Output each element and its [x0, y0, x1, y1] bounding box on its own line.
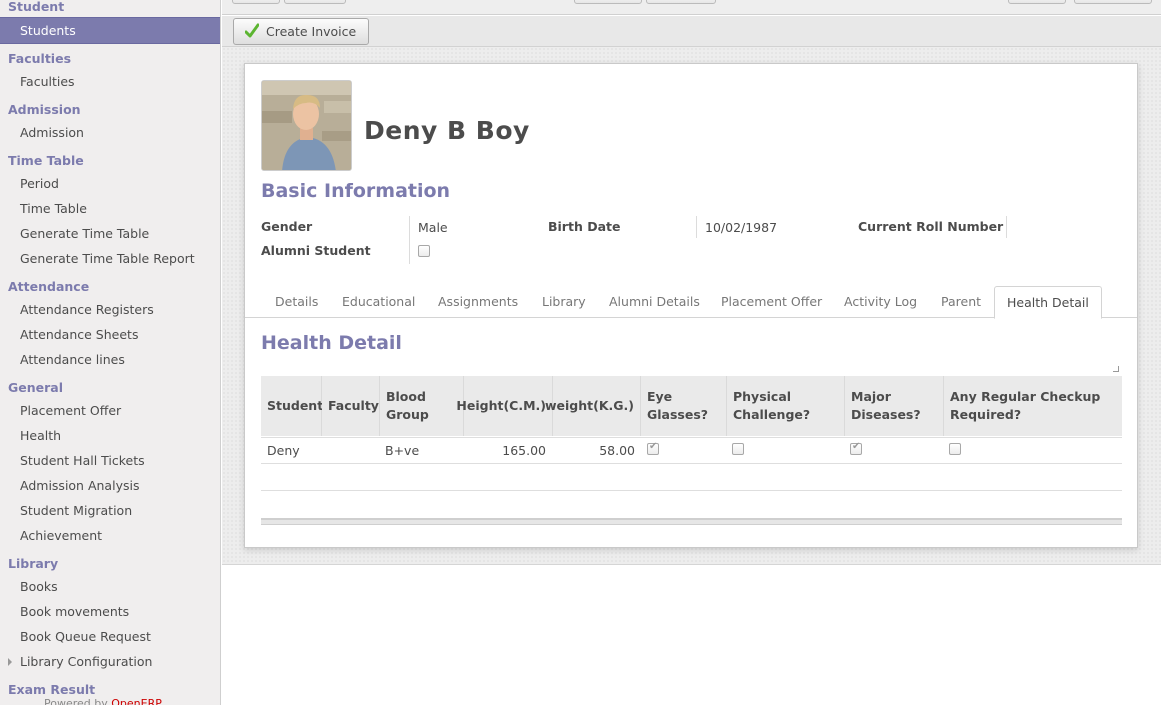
- section-faculties: Faculties: [8, 51, 72, 66]
- form-sheet: Deny B Boy Basic Information Gender Male…: [244, 63, 1138, 548]
- gender-field[interactable]: Male: [418, 220, 448, 235]
- tab-details[interactable]: Details: [275, 286, 318, 318]
- health-detail-heading: Health Detail: [261, 332, 402, 354]
- section-student: Student: [8, 0, 65, 14]
- section-attendance: Attendance: [8, 279, 90, 294]
- column-header-major-diseases[interactable]: Major Diseases?: [845, 376, 944, 436]
- tab-alumni-details[interactable]: Alumni Details: [609, 286, 700, 318]
- tab-health-detail[interactable]: Health Detail: [994, 286, 1102, 319]
- sidebar-item-period[interactable]: Period: [0, 171, 220, 196]
- birth-date-field[interactable]: 10/02/1987: [705, 220, 777, 235]
- regular-checkup-checkbox[interactable]: [949, 443, 961, 455]
- sidebar-item-generate-time-table[interactable]: Generate Time Table: [0, 221, 220, 246]
- sidebar: Student Students Faculties Faculties Adm…: [0, 0, 221, 705]
- form-toolbar: Create Invoice: [222, 16, 1161, 47]
- top-button[interactable]: [284, 0, 346, 4]
- student-photo[interactable]: [261, 80, 352, 171]
- main-area: Create Invoice Deny B Boy Basic Informat: [222, 0, 1161, 705]
- resize-handle-icon[interactable]: [1113, 366, 1119, 372]
- tab-parent[interactable]: Parent: [941, 286, 981, 318]
- column-header-student[interactable]: Student: [261, 376, 323, 436]
- table-row[interactable]: Deny B+ve 165.00 58.00: [261, 437, 1122, 464]
- tab-educational[interactable]: Educational: [342, 286, 415, 318]
- alumni-student-label: Alumni Student: [261, 243, 371, 258]
- field-divider: [696, 216, 697, 238]
- column-header-regular-checkup[interactable]: Any Regular Checkup Required?: [944, 376, 1122, 436]
- top-button[interactable]: [646, 0, 716, 4]
- sidebar-item-attendance-registers[interactable]: Attendance Registers: [0, 297, 220, 322]
- sidebar-item-generate-time-table-report[interactable]: Generate Time Table Report: [0, 246, 220, 271]
- physical-challenge-checkbox[interactable]: [732, 443, 744, 455]
- sidebar-item-attendance-lines[interactable]: Attendance lines: [0, 347, 220, 372]
- sidebar-item-time-table[interactable]: Time Table: [0, 196, 220, 221]
- tab-library[interactable]: Library: [542, 286, 586, 318]
- powered-by-brand[interactable]: OpenERP: [111, 697, 162, 705]
- section-general: General: [8, 380, 63, 395]
- powered-by: Powered by OpenERP: [44, 697, 162, 705]
- sidebar-item-book-movements[interactable]: Book movements: [0, 599, 220, 624]
- sidebar-item-student-hall-tickets[interactable]: Student Hall Tickets: [0, 448, 220, 473]
- field-divider: [409, 216, 410, 264]
- sidebar-item-admission-analysis[interactable]: Admission Analysis: [0, 473, 220, 498]
- sidebar-item-faculties[interactable]: Faculties: [0, 69, 220, 94]
- basic-information-heading: Basic Information: [261, 180, 451, 202]
- top-button[interactable]: [232, 0, 280, 4]
- create-invoice-label: Create Invoice: [266, 24, 357, 39]
- sidebar-item-health[interactable]: Health: [0, 423, 220, 448]
- tab-placement-offer[interactable]: Placement Offer: [721, 286, 822, 318]
- column-header-eye-glasses[interactable]: Eye Glasses?: [641, 376, 727, 436]
- tab-assignments[interactable]: Assignments: [438, 286, 518, 318]
- section-library: Library: [8, 556, 59, 571]
- birth-date-label: Birth Date: [548, 219, 621, 234]
- cell-blood-group: B+ve: [385, 443, 420, 458]
- column-header-physical-challenge[interactable]: Physical Challenge?: [727, 376, 845, 436]
- sidebar-item-books[interactable]: Books: [0, 574, 220, 599]
- form-canvas: Deny B Boy Basic Information Gender Male…: [222, 47, 1161, 565]
- pager-button[interactable]: [1008, 0, 1066, 4]
- column-header-blood-group[interactable]: Blood Group: [380, 376, 464, 436]
- major-diseases-checkbox[interactable]: [850, 441, 862, 455]
- field-divider: [1006, 216, 1007, 238]
- sidebar-item-admission[interactable]: Admission: [0, 120, 220, 145]
- cell-height: 165.00: [502, 443, 546, 458]
- cell-weight: 58.00: [599, 443, 635, 458]
- create-invoice-button[interactable]: Create Invoice: [233, 18, 370, 45]
- sidebar-item-achievement[interactable]: Achievement: [0, 523, 220, 548]
- sidebar-item-students[interactable]: Students: [0, 17, 220, 44]
- column-header-weight[interactable]: weight(K.G.): [545, 376, 641, 436]
- alumni-student-checkbox[interactable]: [418, 245, 430, 257]
- top-control-bar: [222, 0, 1161, 15]
- tab-activity-log[interactable]: Activity Log: [844, 286, 917, 318]
- notebook-tabs: Details Educational Assignments Library …: [245, 286, 1137, 319]
- sidebar-item-attendance-sheets[interactable]: Attendance Sheets: [0, 322, 220, 347]
- table-footer: [261, 518, 1122, 525]
- checkmark-icon: [245, 23, 259, 38]
- cell-student: Deny: [267, 443, 300, 458]
- student-name: Deny B Boy: [364, 116, 530, 145]
- health-table-header: Student Faculty Blood Group Height(C.M.)…: [261, 376, 1122, 436]
- student-photo-image: [262, 81, 351, 170]
- sidebar-item-placement-offer[interactable]: Placement Offer: [0, 398, 220, 423]
- expand-caret-icon: [8, 658, 12, 666]
- section-admission: Admission: [8, 102, 81, 117]
- eye-glasses-checkbox[interactable]: [647, 441, 659, 455]
- column-header-height[interactable]: Height(C.M.): [456, 376, 553, 436]
- empty-table-row: [261, 464, 1122, 491]
- gender-label: Gender: [261, 219, 313, 234]
- current-roll-number-label: Current Roll Number: [858, 219, 1004, 234]
- section-time-table: Time Table: [8, 153, 84, 168]
- top-button[interactable]: [574, 0, 642, 4]
- sidebar-item-student-migration[interactable]: Student Migration: [0, 498, 220, 523]
- sidebar-item-library-configuration[interactable]: Library Configuration: [0, 649, 220, 674]
- sidebar-item-book-queue-request[interactable]: Book Queue Request: [0, 624, 220, 649]
- view-switch-button[interactable]: [1074, 0, 1152, 4]
- column-header-faculty[interactable]: Faculty: [322, 376, 380, 436]
